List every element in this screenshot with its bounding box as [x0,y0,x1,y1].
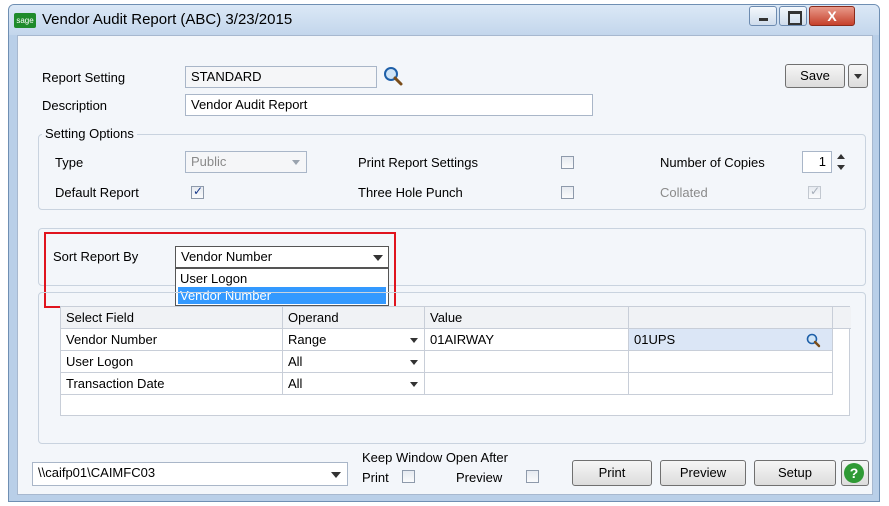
window-client-area: Report Setting STANDARD Save Description… [17,35,873,495]
grid-header-spacer [833,307,851,329]
description-field[interactable]: Vendor Audit Report [185,94,593,116]
close-icon: X [827,8,837,24]
grid-header-value: Value [425,307,629,329]
type-select-value: Public [191,154,227,169]
grid-row-value[interactable]: 01AIRWAY [425,329,629,351]
grid-row-value[interactable] [425,373,629,395]
grid-row-field[interactable]: Vendor Number [61,329,283,351]
setting-options-title: Setting Options [42,126,137,141]
grid-row-operand[interactable]: Range [283,329,425,351]
close-button[interactable]: X [809,6,855,26]
maximize-button[interactable] [779,6,807,26]
keep-window-open-label: Keep Window Open After [362,450,508,465]
chevron-down-icon[interactable] [410,382,418,387]
help-icon: ? [844,463,864,483]
report-setting-field[interactable]: STANDARD [185,66,377,88]
grid-row-value-to[interactable] [629,373,833,395]
copies-spinner-icon[interactable] [834,151,848,173]
help-button[interactable]: ? [841,460,869,486]
printer-select[interactable]: \\caifp01\CAIMFC03 [32,462,348,486]
grid-row-operand[interactable]: All [283,351,425,373]
keep-open-preview-checkbox[interactable] [526,470,539,483]
print-report-settings-label: Print Report Settings [358,155,478,170]
report-setting-label: Report Setting [42,70,126,85]
description-label: Description [42,98,108,113]
chevron-down-icon[interactable] [410,360,418,365]
value-lookup-icon[interactable] [805,332,821,348]
setup-button[interactable]: Setup [754,460,836,486]
three-hole-punch-label: Three Hole Punch [358,185,463,200]
grid-row-operand[interactable]: All [283,373,425,395]
print-button[interactable]: Print [572,460,652,486]
print-report-settings-checkbox[interactable] [561,156,574,169]
printer-select-value: \\caifp01\CAIMFC03 [38,465,156,480]
criteria-grid: Select Field Operand Value Vendor Number… [60,306,851,416]
window-title: Vendor Audit Report (ABC) 3/23/2015 [42,11,293,28]
minimize-button[interactable] [749,6,777,26]
save-button[interactable]: Save [785,64,845,88]
grid-row-field[interactable]: User Logon [61,351,283,373]
type-select[interactable]: Public [185,151,307,173]
report-window: sage Vendor Audit Report (ABC) 3/23/2015… [8,4,880,502]
chevron-down-icon [331,472,341,478]
keep-open-print-label: Print [362,470,389,485]
collated-checkbox [808,184,821,199]
sage-logo-icon: sage [14,13,36,28]
report-setting-lookup-icon[interactable] [382,65,404,87]
chevron-down-icon[interactable] [410,338,418,343]
grid-header-value-to [629,307,833,329]
grid-row-value-to[interactable]: 01UPS [629,329,833,351]
grid-row-value-to[interactable] [629,351,833,373]
grid-header-operand: Operand [283,307,425,329]
type-label: Type [55,155,84,170]
default-report-label: Default Report [55,185,139,200]
title-bar[interactable]: sage Vendor Audit Report (ABC) 3/23/2015… [9,5,879,35]
three-hole-punch-checkbox[interactable] [561,186,574,199]
number-of-copies-label: Number of Copies [660,155,765,170]
chevron-down-icon [854,74,862,79]
preview-button[interactable]: Preview [660,460,746,486]
grid-row-value[interactable] [425,351,629,373]
number-of-copies-field[interactable]: 1 [802,151,832,173]
keep-open-preview-label: Preview [456,470,503,485]
keep-open-print-checkbox[interactable] [402,470,415,483]
grid-header-select-field: Select Field [61,307,283,329]
collated-label: Collated [660,185,708,200]
grid-row-field[interactable]: Transaction Date [61,373,283,395]
chevron-down-icon [292,160,300,165]
default-report-checkbox[interactable] [191,184,204,199]
save-options-button[interactable] [848,64,868,88]
